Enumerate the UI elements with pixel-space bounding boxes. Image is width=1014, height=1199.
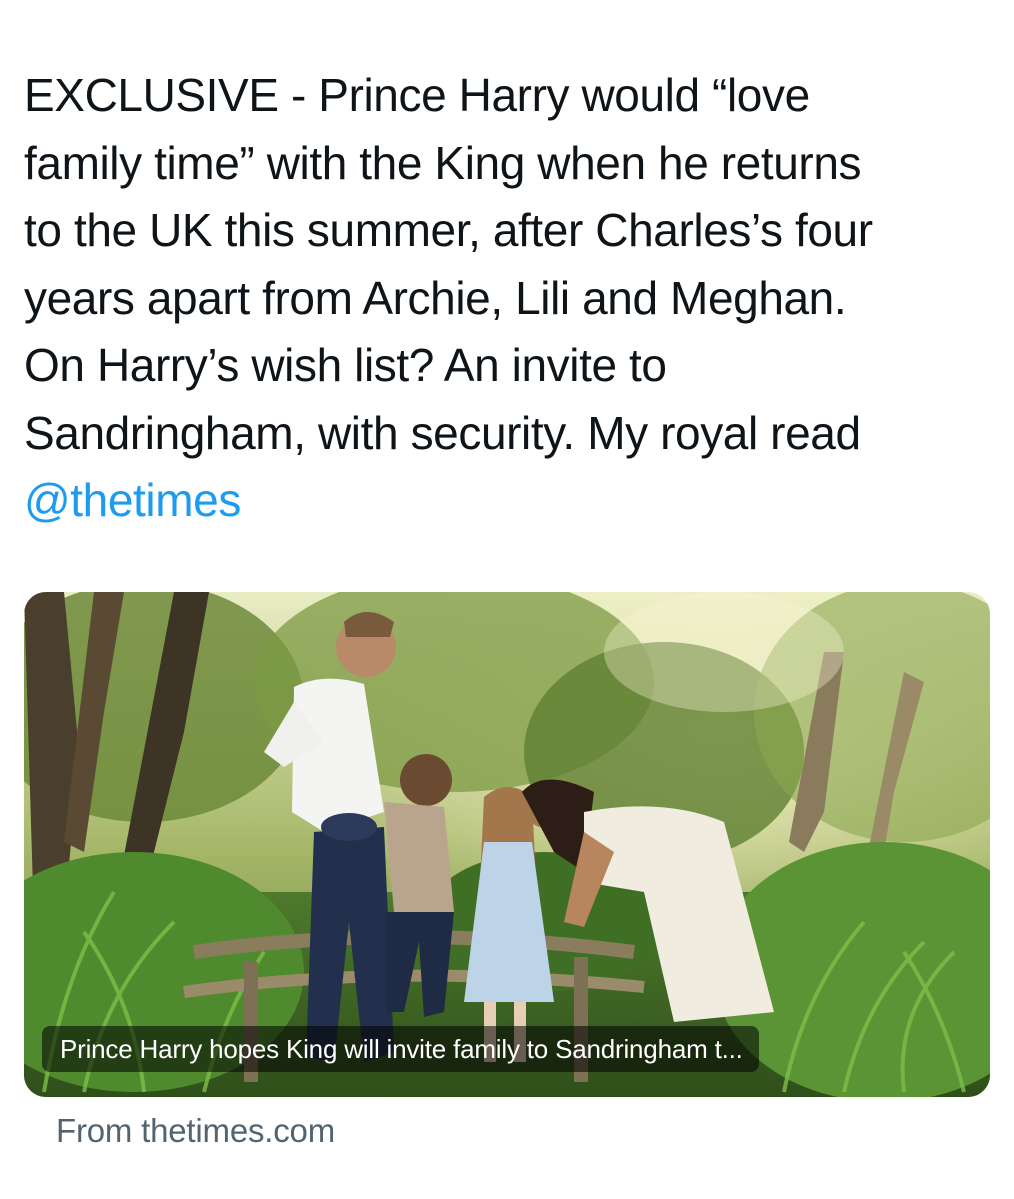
tweet-text-line: EXCLUSIVE - Prince Harry would “love bbox=[24, 69, 810, 121]
tweet-text-line: family time” with the King when he retur… bbox=[24, 136, 862, 189]
tweet-text-line: On Harry’s wish list? An invite to bbox=[24, 339, 667, 391]
tweet-text-line: to the UK this summer, after Charles’s f… bbox=[24, 204, 873, 256]
article-photo bbox=[24, 592, 990, 1097]
card-source-link[interactable]: From thetimes.com bbox=[56, 1112, 335, 1150]
tweet-text: EXCLUSIVE - Prince Harry would “love fam… bbox=[24, 62, 984, 535]
tweet-text-line: Sandringham, with security. My royal rea… bbox=[24, 406, 861, 459]
mention-link[interactable]: @thetimes bbox=[24, 474, 241, 526]
link-card[interactable]: Prince Harry hopes King will invite fami… bbox=[24, 592, 990, 1097]
card-caption: Prince Harry hopes King will invite fami… bbox=[42, 1026, 759, 1072]
tweet-text-line: years apart from Archie, Lili and Meghan… bbox=[24, 271, 847, 324]
